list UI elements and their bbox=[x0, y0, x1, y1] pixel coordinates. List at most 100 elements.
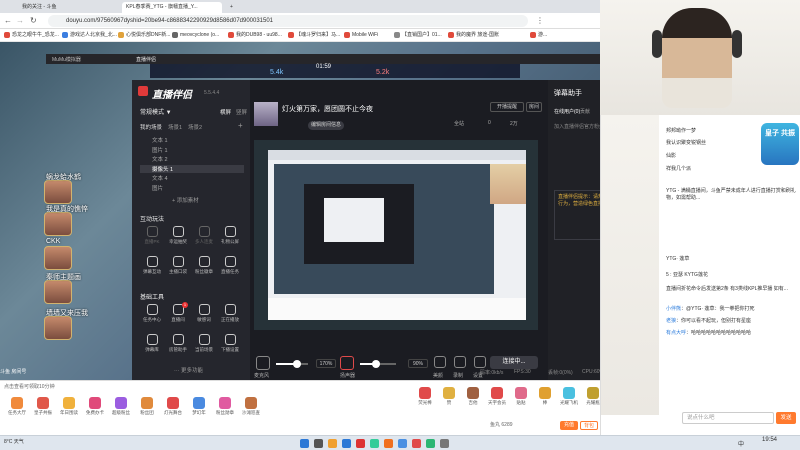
material-item[interactable]: 文本 4 bbox=[152, 174, 168, 182]
gift-item[interactable]: 荧光棒 bbox=[412, 387, 438, 406]
add-scene-icon[interactable]: + bbox=[238, 121, 243, 130]
basic-tool-item[interactable]: 任务中心 bbox=[140, 304, 164, 328]
speaker-slider[interactable] bbox=[360, 360, 396, 368]
room-cover[interactable] bbox=[254, 102, 278, 126]
gift-item[interactable]: 皇子共振 bbox=[30, 397, 56, 416]
more-tools-button[interactable]: ··· 更多功能 bbox=[174, 366, 203, 374]
interact-item[interactable]: 主播口袋 bbox=[166, 256, 190, 280]
basic-tool-item[interactable]: 下播设置 bbox=[218, 334, 242, 358]
interact-item[interactable]: 幸运抽奖 bbox=[166, 226, 190, 250]
send-button[interactable]: 发送 bbox=[776, 412, 796, 424]
room-button[interactable]: 房间 bbox=[526, 102, 542, 112]
interact-item[interactable]: 粉丝徽章 bbox=[192, 256, 216, 280]
gift-bar-note[interactable]: 点击查看可领取10分钟 bbox=[4, 383, 55, 390]
danmu-tab[interactable]: 贡献 bbox=[580, 108, 590, 115]
material-item[interactable]: 摄像头 1 bbox=[140, 164, 244, 173]
gift-item[interactable]: 贴贴 bbox=[508, 387, 534, 406]
forward-icon[interactable]: → bbox=[16, 16, 24, 25]
scene-tab[interactable]: 场景1 bbox=[168, 123, 182, 131]
mode-select[interactable]: 常规模式 ▼ bbox=[140, 107, 172, 116]
gift-item[interactable]: 光耀飞机 bbox=[556, 387, 582, 406]
chat-text: 5 : 亚瑟 KYTG莲花 bbox=[666, 272, 708, 278]
basic-tool-item[interactable]: 直播间 1 bbox=[166, 302, 190, 328]
bookmark-item[interactable]: 恐龙之眼牛牛_恐龙... bbox=[4, 31, 59, 40]
bookmark-item[interactable]: 游... bbox=[530, 31, 547, 40]
basic-tool-item[interactable]: 弹幕库 bbox=[140, 334, 164, 358]
gift-item[interactable]: 光耀瓶 bbox=[580, 387, 606, 406]
material-item[interactable]: 文本 2 bbox=[152, 155, 168, 163]
hero-name: 秦师主题画 bbox=[46, 274, 81, 281]
material-item[interactable]: 图片 bbox=[152, 184, 163, 192]
gift-item[interactable]: 任务大厅 bbox=[4, 397, 30, 416]
back-icon[interactable]: ← bbox=[4, 16, 12, 25]
chat-username[interactable]: 有点大呼 bbox=[666, 330, 686, 336]
new-tab-button[interactable]: + bbox=[226, 2, 240, 13]
gift-item[interactable]: 天宇会员 bbox=[484, 387, 510, 406]
reload-icon[interactable]: ↻ bbox=[30, 16, 37, 25]
basic-tool-item[interactable]: 房管助手 bbox=[166, 334, 190, 358]
taskbar-app-icon[interactable] bbox=[328, 439, 337, 448]
gift-item[interactable]: 吉他 bbox=[460, 387, 486, 406]
tab-kpl-stream[interactable]: KPL春季赛_YTG - 旗幡直播_Y... bbox=[122, 2, 222, 13]
taskbar-app-icon[interactable] bbox=[370, 439, 379, 448]
gift-item[interactable]: 灯光舞台 bbox=[160, 397, 186, 416]
taskbar-app-icon[interactable] bbox=[314, 439, 323, 448]
interact-item[interactable]: 直播任务 bbox=[218, 256, 242, 280]
gift-item[interactable]: 棒 bbox=[532, 387, 558, 406]
gift-item[interactable]: 超级粉丝 bbox=[108, 397, 134, 416]
gift-label: 沙滩巡查 bbox=[242, 410, 260, 415]
chat-username[interactable]: 小伴熊 bbox=[666, 306, 681, 312]
taskbar-app-icon[interactable] bbox=[384, 439, 393, 448]
hero-name: 蜗龙蛤水鹤 bbox=[46, 174, 81, 181]
chat-username[interactable]: 老狼 bbox=[666, 318, 676, 324]
landscape-toggle[interactable]: 横屏 bbox=[220, 108, 231, 116]
add-material-button[interactable]: + 添加素材 bbox=[172, 196, 199, 204]
gift-item[interactable]: 粉丝团 bbox=[134, 397, 160, 416]
gift-item[interactable]: 沙滩巡查 bbox=[238, 397, 264, 416]
danmu-tab[interactable]: 在线用户(0) bbox=[554, 108, 580, 115]
basic-tool-item[interactable]: 敏感词 bbox=[192, 304, 216, 328]
taskbar-app-icon[interactable] bbox=[356, 439, 365, 448]
gift-item[interactable]: 粉丝勋章 bbox=[212, 397, 238, 416]
interact-item[interactable]: 礼物公屏 bbox=[218, 226, 242, 250]
taskbar-app-icon[interactable] bbox=[440, 439, 449, 448]
recharge-button[interactable]: 充值 bbox=[560, 421, 578, 430]
clock-time[interactable]: 19:54 bbox=[762, 437, 777, 443]
material-item[interactable]: 图片 1 bbox=[152, 146, 168, 154]
bag-button[interactable]: 背包 bbox=[580, 421, 598, 430]
tab-following[interactable]: 我的关注 - 斗鱼 bbox=[18, 2, 100, 13]
bookmark-item[interactable]: 我的DUB98 - uu98... bbox=[228, 31, 282, 40]
bookmark-item[interactable]: 我的魔界 旅途-国账 bbox=[448, 31, 499, 40]
gift-item[interactable]: 年日围读 bbox=[56, 397, 82, 416]
taskbar-app-icon[interactable] bbox=[412, 439, 421, 448]
interact-item[interactable]: 多人连麦 bbox=[192, 226, 216, 250]
interact-item[interactable]: 弹幕互动 bbox=[140, 256, 164, 280]
interact-item[interactable]: 直播PK bbox=[140, 226, 164, 250]
weather-widget[interactable]: 8°C 天气 bbox=[4, 438, 26, 449]
taskbar-app-icon[interactable] bbox=[398, 439, 407, 448]
bookmark-item[interactable]: 【直销国户】01... bbox=[394, 31, 442, 40]
edit-room-button[interactable]: 编辑房间信息 bbox=[308, 121, 344, 130]
basic-tool-item[interactable]: 当前场景 bbox=[192, 334, 216, 358]
ime-indicator[interactable]: 中 bbox=[738, 439, 744, 448]
bookmark-item[interactable]: Mobile WiFi bbox=[344, 31, 378, 40]
gift-item[interactable]: 免费办卡 bbox=[82, 397, 108, 416]
taskbar-app-icon[interactable] bbox=[300, 439, 309, 448]
bookmark-item[interactable]: 游戏达人北京我_北... bbox=[62, 31, 117, 40]
material-item[interactable]: 文本 1 bbox=[152, 136, 168, 144]
bookmark-item[interactable]: meovcyclone (o... bbox=[172, 31, 219, 40]
basic-tool-item[interactable]: 正在播放 bbox=[218, 304, 242, 328]
url-input[interactable]: douyu.com/97560967dyshid=20be94-c8688342… bbox=[48, 15, 528, 27]
gift-item[interactable]: 赞 bbox=[436, 387, 462, 406]
mic-slider[interactable] bbox=[276, 360, 308, 368]
bookmark-item[interactable]: 心悦俱乐部DNF新... bbox=[118, 31, 170, 40]
extensions-icon[interactable]: ⋮ bbox=[536, 16, 544, 25]
portrait-toggle[interactable]: 竖屏 bbox=[236, 108, 247, 116]
scene-tab[interactable]: 场景2 bbox=[188, 123, 202, 131]
gift-item[interactable]: 梦幻年 bbox=[186, 397, 212, 416]
notify-button[interactable]: 开播提醒 bbox=[490, 102, 524, 112]
taskbar-app-icon[interactable] bbox=[342, 439, 351, 448]
taskbar-app-icon[interactable] bbox=[426, 439, 435, 448]
bookmark-item[interactable]: 【魂斗罗归来】马... bbox=[288, 31, 340, 40]
chat-input[interactable]: 说点什么吧 bbox=[682, 412, 774, 424]
